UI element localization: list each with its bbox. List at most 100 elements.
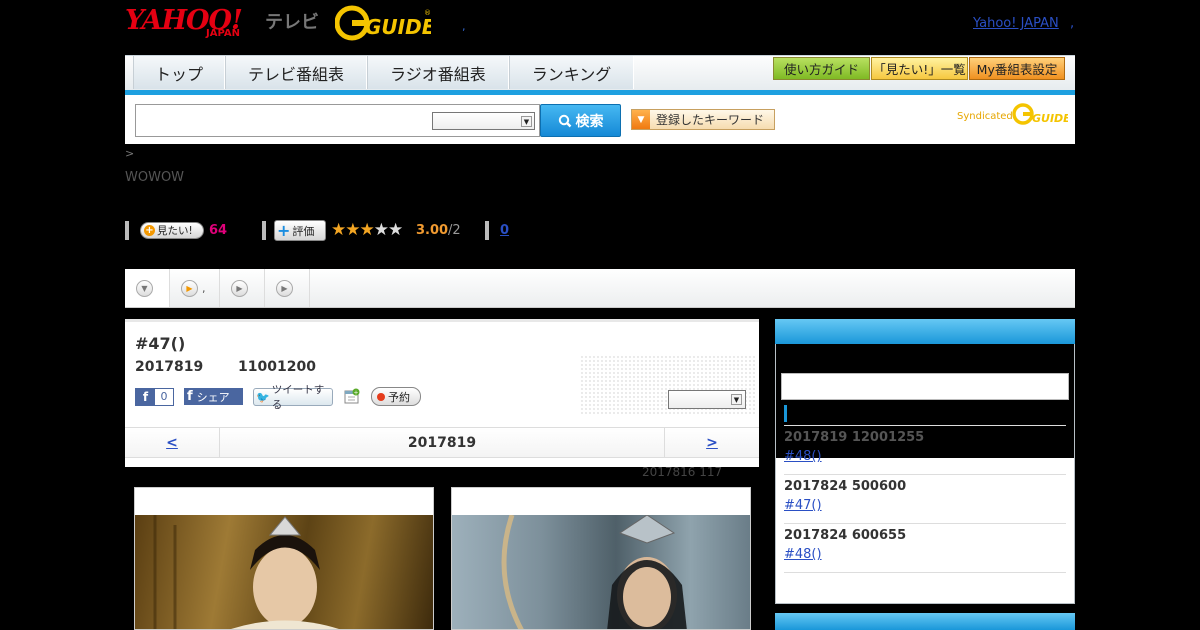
gguide-logo[interactable]: GUIDE ® xyxy=(335,5,431,41)
prev-date-link[interactable]: < xyxy=(125,428,220,457)
sidebar-section-marker xyxy=(784,405,787,422)
chevron-down-icon: ▼ xyxy=(136,279,153,297)
nav-tab-tv-schedule[interactable]: テレビ番組表 xyxy=(225,56,368,89)
play-icon: ▶ xyxy=(276,279,293,297)
divider xyxy=(262,221,266,240)
saved-keywords-label: 登録したキーワード xyxy=(656,113,765,127)
divider xyxy=(485,221,489,240)
plus-icon: + xyxy=(277,220,291,240)
usage-guide-button[interactable]: 使い方ガイド xyxy=(773,57,870,80)
rating-stars: ★★★★★ xyxy=(331,220,403,240)
calendar-add-icon[interactable]: + xyxy=(344,388,360,404)
episode-select[interactable]: ▼ xyxy=(668,390,746,409)
tab-reviews[interactable]: ▶ xyxy=(265,269,310,307)
tab-cast[interactable]: ▶ xyxy=(220,269,265,307)
divider xyxy=(784,474,1066,475)
breadcrumb[interactable]: > xyxy=(125,147,134,160)
twitter-bird-icon: 🐦 xyxy=(256,390,270,404)
episode-photo[interactable] xyxy=(134,487,434,630)
photo-figure xyxy=(153,515,339,629)
mitai-button[interactable]: + 見たい! xyxy=(140,222,204,239)
current-date: 2017819 xyxy=(407,434,477,451)
triangle-down-icon: ▼ xyxy=(632,110,650,129)
nav-tab-top[interactable]: トップ xyxy=(133,56,226,89)
search-icon xyxy=(558,114,571,127)
tab-related-label: , xyxy=(202,281,206,295)
broadcast-episode-link[interactable]: #47() xyxy=(784,498,822,513)
facebook-icon: f xyxy=(187,389,193,404)
date-navigation: < 2017819 > xyxy=(125,427,759,458)
star-icon: ★ xyxy=(388,220,403,240)
episode-date: 2017819 xyxy=(135,359,204,375)
header-link-separator: , xyxy=(1070,16,1075,31)
mitai-count: 64 xyxy=(209,223,228,238)
episode-title: #47() xyxy=(135,334,186,353)
nav-tab-ranking[interactable]: ランキング xyxy=(508,56,635,89)
episode-time: 11001200 xyxy=(238,359,316,375)
yahoo-japan-link[interactable]: Yahoo! JAPAN xyxy=(973,16,1059,31)
broadcast-episode-link[interactable]: #48() xyxy=(784,449,822,464)
record-reserve-button[interactable]: 予約 xyxy=(371,387,421,406)
nav-utility-buttons: 使い方ガイド 「見たい!」一覧 My番組表設定 xyxy=(773,57,1065,80)
sidebar-header xyxy=(775,319,1075,344)
record-dot-icon xyxy=(377,392,385,401)
yahoo-japan-label: JAPAN xyxy=(206,28,240,39)
facebook-icon: f xyxy=(136,389,155,405)
divider xyxy=(784,572,1066,573)
program-tab-strip: ▼ ▶ , ▶ ▶ xyxy=(125,269,1075,308)
syndicated-label: Syndicated xyxy=(957,111,1013,122)
next-date-link[interactable]: > xyxy=(664,428,759,457)
svg-text:®: ® xyxy=(424,9,431,17)
header-separator: , xyxy=(462,20,466,33)
mitai-button-label: 見たい! xyxy=(157,225,193,237)
divider xyxy=(784,425,1066,426)
record-reserve-label: 予約 xyxy=(388,390,410,404)
updated-timestamp: 2017816 117 xyxy=(642,465,723,479)
gguide-logo-text: GUIDE xyxy=(365,15,431,39)
tab-related[interactable]: ▶ , xyxy=(170,269,220,307)
syndicated-logo-text: GUIDE xyxy=(1032,112,1068,125)
nav-tab-radio-schedule[interactable]: ラジオ番組表 xyxy=(367,56,509,89)
star-icon: ★ xyxy=(331,220,346,240)
broadcast-time: 2017824 500600 xyxy=(784,479,907,494)
saved-keywords-button[interactable]: ▼ 登録したキーワード xyxy=(631,109,775,130)
search-category-select[interactable]: ▼ xyxy=(432,112,535,130)
search-button[interactable]: 検索 xyxy=(540,104,621,137)
rating-value: 3.00 xyxy=(416,223,449,238)
broadcast-episode-link[interactable]: #48() xyxy=(784,547,822,562)
search-button-label: 検索 xyxy=(575,113,604,130)
tweet-button-label: ツイートする xyxy=(271,384,325,411)
channel-name: WOWOW xyxy=(125,170,185,185)
chevron-down-icon: ▼ xyxy=(521,116,532,127)
tweet-button[interactable]: 🐦 ツイートする xyxy=(253,384,333,411)
sidebar-input[interactable] xyxy=(781,373,1069,400)
broadcast-time: 2017819 12001255 xyxy=(784,430,925,445)
episode-photo[interactable] xyxy=(451,487,751,630)
photo-figure xyxy=(501,515,687,629)
mitai-list-button[interactable]: 「見たい!」一覧 xyxy=(871,57,968,80)
tv-label[interactable]: テレビ xyxy=(265,8,319,34)
svg-text:+: + xyxy=(353,389,358,396)
star-icon: ★ xyxy=(359,220,375,240)
facebook-share-label: シェア xyxy=(196,390,230,404)
rate-button[interactable]: + 評価 xyxy=(274,220,326,241)
sidebar-header-2 xyxy=(775,613,1075,630)
tab-episode-list[interactable]: ▼ xyxy=(125,269,170,307)
rate-button-label: 評価 xyxy=(292,224,315,238)
chevron-down-icon: ▼ xyxy=(731,394,742,405)
play-icon: ▶ xyxy=(181,279,198,297)
star-icon: ★ xyxy=(345,220,360,240)
review-count-link[interactable]: 0 xyxy=(500,223,509,238)
global-nav-tabs: トップ テレビ番組表 ラジオ番組表 ランキング xyxy=(133,56,635,89)
play-icon: ▶ xyxy=(231,279,248,297)
broadcast-time: 2017824 600655 xyxy=(784,528,907,543)
plus-icon: + xyxy=(144,225,155,236)
facebook-like-count: 0 xyxy=(160,390,168,403)
my-schedule-settings-button[interactable]: My番組表設定 xyxy=(969,57,1065,80)
divider xyxy=(784,523,1066,524)
facebook-share-button[interactable]: f シェア xyxy=(184,388,243,405)
rating-count: /2 xyxy=(448,223,461,238)
facebook-like-button[interactable]: f 0 xyxy=(135,388,174,406)
star-icon: ★ xyxy=(373,220,389,240)
syndicated-gguide-logo: GUIDE xyxy=(1012,103,1068,125)
